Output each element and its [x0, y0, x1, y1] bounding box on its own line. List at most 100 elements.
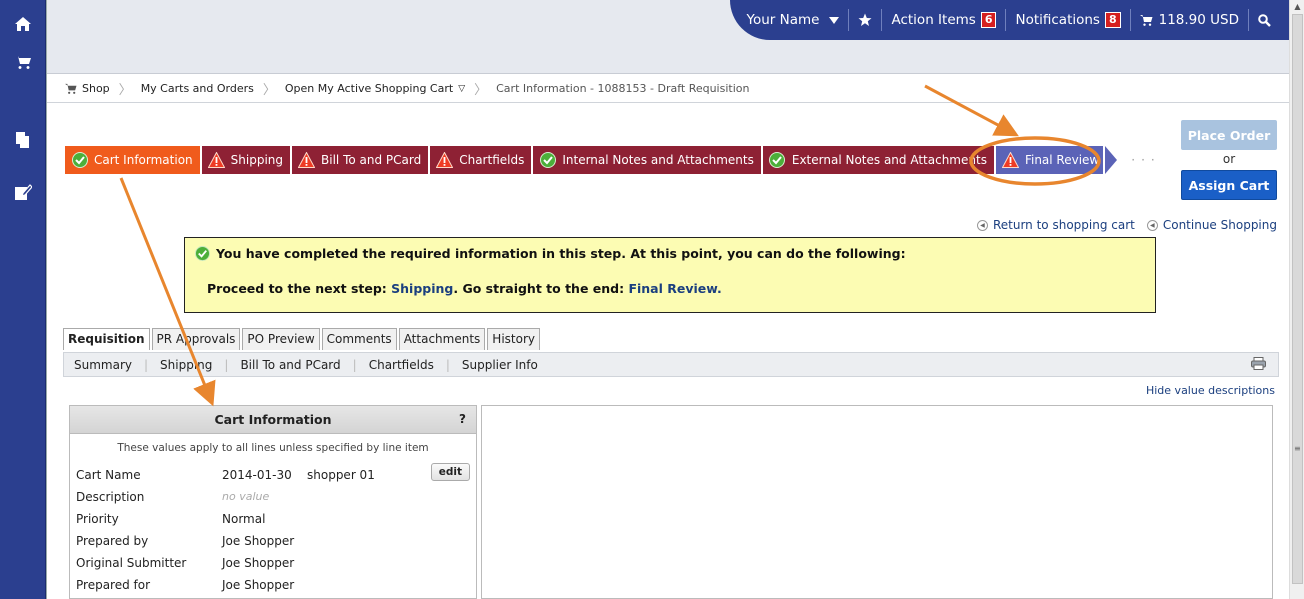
action-items-label: Action Items — [891, 12, 976, 28]
subtab-shipping[interactable]: Shipping — [160, 358, 212, 372]
notice-proceed-prefix: Proceed to the next step: — [207, 281, 392, 296]
or-label: or — [1222, 152, 1236, 166]
search-icon — [1258, 13, 1271, 27]
warning-icon — [207, 152, 225, 169]
edit-button[interactable]: edit — [430, 463, 470, 481]
field-value: 2014-01-30 shopper 01 — [222, 468, 375, 482]
vertical-scrollbar[interactable]: ▲ ≡ — [1289, 0, 1304, 599]
user-menu[interactable]: Your Name — [738, 9, 849, 31]
back-arrow-icon: ◀ — [1146, 219, 1158, 231]
step-label: Cart Information — [94, 153, 193, 167]
step-label: Bill To and PCard — [321, 153, 422, 167]
assign-cart-button[interactable]: Assign Cart — [1181, 170, 1277, 200]
step-cart-information[interactable]: Cart Information — [65, 146, 200, 174]
checkout-steps: Cart Information Shipping Bill To and PC… — [65, 146, 1161, 174]
step-label: Internal Notes and Attachments — [562, 153, 754, 167]
final-review-link[interactable]: Final Review — [628, 281, 717, 296]
tab-requisition[interactable]: Requisition — [63, 328, 150, 350]
cart-icon — [1139, 15, 1153, 26]
step-arrow — [1105, 146, 1118, 174]
field-row: Prepared for Joe Shopper — [76, 578, 294, 592]
field-row: Original Submitter Joe Shopper — [76, 556, 294, 570]
step-shipping[interactable]: Shipping — [201, 146, 291, 174]
return-to-cart-label: Return to shopping cart — [992, 218, 1135, 232]
print-icon[interactable] — [1251, 357, 1266, 373]
step-internal-notes[interactable]: Internal Notes and Attachments — [533, 146, 761, 174]
scrollbar-grip-icon: ≡ — [1294, 444, 1301, 453]
hide-value-descriptions-link[interactable]: Hide value descriptions — [1146, 384, 1275, 397]
subtab-separator: | — [224, 357, 229, 372]
field-row: Description no value — [76, 490, 269, 504]
tab-history[interactable]: History — [487, 328, 540, 350]
breadcrumb-current-label: Cart Information - 1088153 - Draft Requi… — [496, 82, 750, 95]
scroll-up-arrow-icon[interactable]: ▲ — [1290, 0, 1304, 14]
breadcrumb: Shop 〉 My Carts and Orders 〉 Open My Act… — [47, 75, 1290, 103]
document-tabs: Requisition PR Approvals PO Preview Comm… — [63, 328, 542, 350]
tab-po-preview[interactable]: PO Preview — [242, 328, 320, 350]
field-row: Priority Normal — [76, 512, 265, 526]
field-label: Priority — [76, 512, 119, 526]
continue-shopping-link[interactable]: ◀ Continue Shopping — [1146, 218, 1277, 232]
breadcrumb-separator: 〉 — [262, 83, 276, 98]
field-row: Cart Name 2014-01-30 shopper 01 — [76, 468, 375, 482]
top-bar: Your Name Action Items 6 Notifications 8… — [47, 0, 1290, 74]
home-icon[interactable] — [0, 4, 46, 44]
subtab-bill-to-pcard[interactable]: Bill To and PCard — [240, 358, 340, 372]
breadcrumb-open-cart[interactable]: Open My Active Shopping Cart ▽ — [285, 82, 465, 95]
step-chartfields[interactable]: Chartfields — [430, 146, 532, 174]
cart-links: ◀ Return to shopping cart ◀ Continue Sho… — [976, 218, 1277, 232]
action-items-button[interactable]: Action Items 6 — [881, 9, 1005, 31]
user-bar: Your Name Action Items 6 Notifications 8… — [730, 0, 1290, 40]
check-circle-icon — [71, 152, 88, 169]
panel-header: Cart Information ? — [70, 406, 476, 434]
field-row: Prepared by Joe Shopper — [76, 534, 294, 548]
subtab-separator: | — [144, 357, 149, 372]
tab-pr-approvals[interactable]: PR Approvals — [151, 328, 241, 350]
cart-icon[interactable] — [0, 42, 46, 82]
warning-icon — [436, 152, 454, 169]
tab-attachments[interactable]: Attachments — [398, 328, 486, 350]
step-label: Chartfields — [459, 153, 525, 167]
edit-form-icon[interactable] — [0, 172, 46, 212]
star-icon — [858, 13, 872, 26]
cart-total-button[interactable]: 118.90 USD — [1129, 9, 1248, 31]
step-final-review[interactable]: Final Review — [995, 146, 1104, 174]
subtab-chartfields[interactable]: Chartfields — [369, 358, 434, 372]
cart-total: 118.90 USD — [1158, 12, 1239, 28]
breadcrumb-carts[interactable]: My Carts and Orders — [141, 82, 254, 95]
main-frame: Your Name Action Items 6 Notifications 8… — [46, 0, 1290, 599]
proceed-shipping-link[interactable]: Shipping — [391, 281, 453, 296]
warning-icon — [1001, 152, 1019, 169]
subtab-separator: | — [445, 357, 450, 372]
check-circle-icon — [539, 152, 556, 169]
notice-actions: Proceed to the next step: Shipping. Go s… — [195, 281, 1145, 296]
favorites-button[interactable] — [848, 9, 881, 31]
subtab-supplier-info[interactable]: Supplier Info — [462, 358, 538, 372]
return-to-cart-link[interactable]: ◀ Return to shopping cart — [976, 218, 1135, 232]
scrollbar-thumb[interactable] — [1292, 14, 1303, 584]
help-icon[interactable]: ? — [459, 412, 466, 426]
breadcrumb-shop[interactable]: Shop — [65, 82, 110, 95]
breadcrumb-separator: 〉 — [118, 83, 132, 98]
warning-icon — [298, 152, 316, 169]
check-circle-icon — [769, 152, 786, 169]
notice-end-prefix: . Go straight to the end: — [453, 281, 629, 296]
requisition-subtabs: Summary | Shipping | Bill To and PCard |… — [63, 352, 1279, 377]
action-items-badge: 6 — [980, 12, 997, 28]
step-bill-to-pcard[interactable]: Bill To and PCard — [292, 146, 429, 174]
field-value: Joe Shopper — [222, 556, 295, 570]
search-button[interactable] — [1248, 9, 1280, 31]
back-arrow-icon: ◀ — [976, 219, 988, 231]
place-order-button[interactable]: Place Order — [1181, 120, 1277, 150]
field-label: Prepared for — [76, 578, 151, 592]
field-value: Joe Shopper — [222, 534, 295, 548]
check-circle-icon — [195, 246, 210, 261]
tab-comments[interactable]: Comments — [321, 328, 397, 350]
documents-icon[interactable] — [0, 120, 46, 160]
field-value: Joe Shopper — [222, 578, 295, 592]
step-external-notes[interactable]: External Notes and Attachments — [762, 146, 994, 174]
subtab-summary[interactable]: Summary — [74, 358, 132, 372]
user-name: Your Name — [746, 12, 820, 28]
breadcrumb-carts-label: My Carts and Orders — [140, 82, 254, 95]
notifications-button[interactable]: Notifications 8 — [1005, 9, 1129, 31]
